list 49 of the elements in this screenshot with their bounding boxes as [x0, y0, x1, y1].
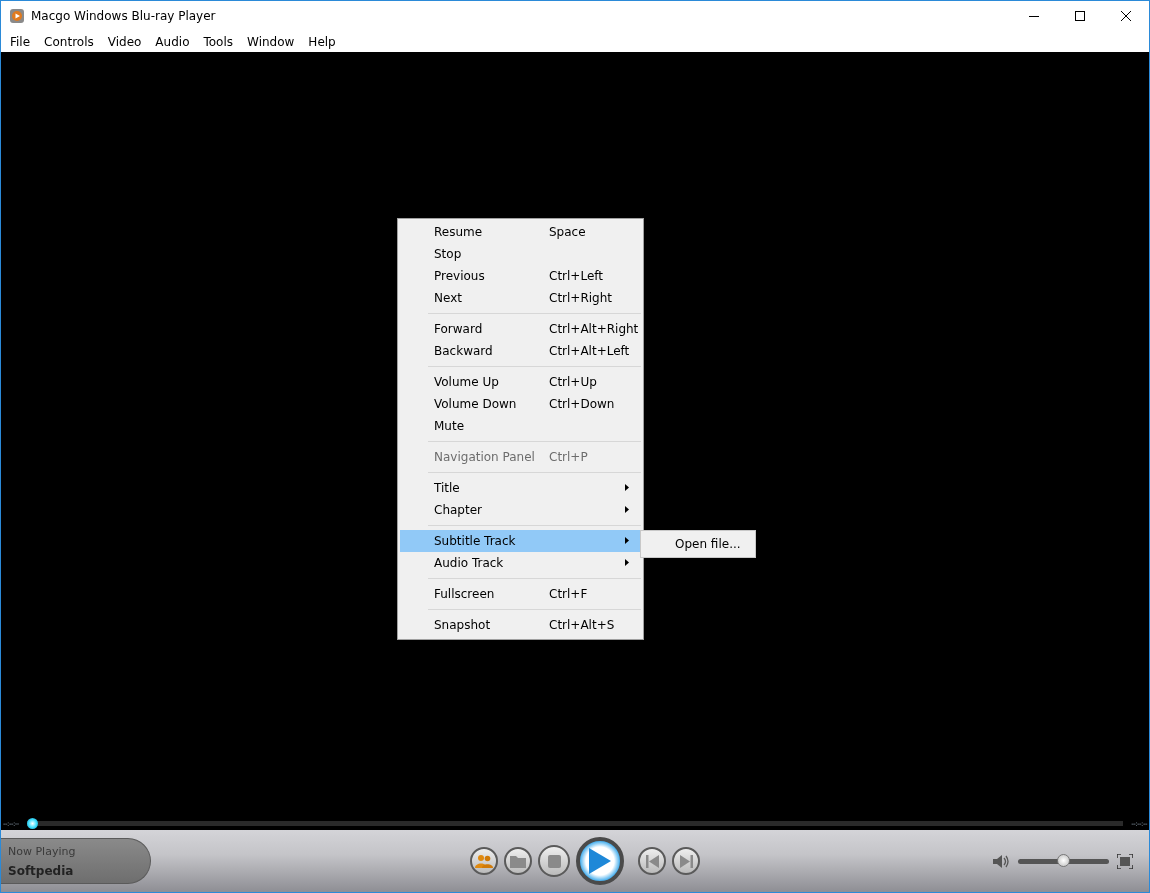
- stop-button[interactable]: [538, 845, 570, 877]
- speaker-icon[interactable]: [993, 853, 1010, 869]
- menu-item[interactable]: Snapshot Ctrl+Alt+S: [400, 614, 641, 636]
- volume-thumb[interactable]: [1057, 853, 1070, 867]
- play-button[interactable]: [576, 837, 624, 885]
- menu-item[interactable]: Resume Space: [400, 221, 641, 243]
- submenu-arrow-icon: [625, 484, 629, 491]
- people-icon: [475, 854, 493, 868]
- menu-item[interactable]: File: [3, 34, 38, 49]
- submenu-arrow-icon: [625, 506, 629, 513]
- menu-item[interactable]: Forward Ctrl+Alt+Right: [400, 318, 641, 340]
- submenu-arrow-icon: [625, 537, 629, 544]
- window-title: Macgo Windows Blu-ray Player: [31, 9, 217, 23]
- menu-item[interactable]: Help: [301, 34, 343, 49]
- folder-icon: [510, 854, 526, 868]
- menu-item[interactable]: Chapter: [400, 499, 641, 521]
- next-icon: [679, 854, 693, 868]
- previous-icon: [645, 854, 659, 868]
- menu-item[interactable]: Fullscreen Ctrl+F: [400, 583, 641, 605]
- play-icon: [589, 848, 611, 874]
- seek-thumb[interactable]: [26, 818, 38, 829]
- menu-item[interactable]: Open file...: [641, 537, 741, 551]
- next-button[interactable]: [672, 847, 700, 875]
- previous-button[interactable]: [638, 847, 666, 875]
- now-playing-label: Now Playing: [8, 844, 77, 858]
- menu-item[interactable]: Previous Ctrl+Left: [400, 265, 641, 287]
- menu-item[interactable]: Audio: [148, 34, 197, 49]
- menu-item[interactable]: Audio Track: [400, 552, 641, 574]
- menu-item[interactable]: Title: [400, 477, 641, 499]
- now-playing-title: Softpedia: [8, 863, 75, 878]
- menu-item[interactable]: Volume Down Ctrl+Down: [400, 393, 641, 415]
- close-icon: [1121, 10, 1131, 21]
- menu-item[interactable]: Stop: [400, 243, 641, 265]
- menu-item[interactable]: Next Ctrl+Right: [400, 287, 641, 309]
- stop-icon: [547, 854, 561, 868]
- menu-item[interactable]: Window: [240, 34, 302, 49]
- fullscreen-icon[interactable]: [1117, 853, 1133, 869]
- menu-item[interactable]: Backward Ctrl+Alt+Left: [400, 340, 641, 362]
- menu-item[interactable]: Volume Up Ctrl+Up: [400, 371, 641, 393]
- menu-item[interactable]: Tools: [196, 34, 241, 49]
- menu-item[interactable]: Subtitle Track: [400, 530, 641, 552]
- maximize-icon: [1075, 10, 1085, 21]
- menu-item[interactable]: Mute: [400, 415, 641, 437]
- menu-item[interactable]: Video: [100, 34, 149, 49]
- folder-button[interactable]: [504, 847, 532, 875]
- app-icon: [9, 8, 25, 24]
- submenu-arrow-icon: [625, 559, 629, 566]
- menu-item[interactable]: Controls: [37, 34, 101, 49]
- people-button[interactable]: [470, 847, 498, 875]
